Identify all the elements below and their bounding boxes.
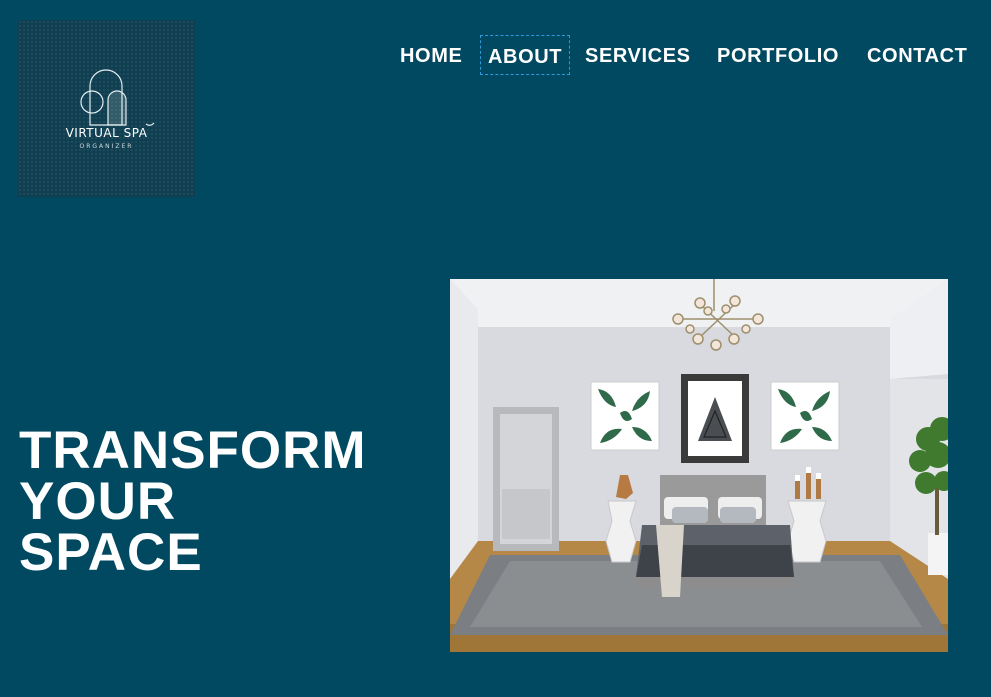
nav-contact[interactable]: CONTACT [867,35,967,75]
logo-name: VIRTUAL SPA [65,126,148,140]
logo[interactable]: VIRTUAL SPA ORGANIZER [18,20,195,197]
logo-arches-icon [80,69,155,126]
nav-services[interactable]: SERVICES [585,35,691,75]
nav-portfolio[interactable]: PORTFOLIO [717,35,839,75]
nav-home[interactable]: HOME [400,35,462,75]
hero-title-line-1: TRANSFORM [19,421,367,480]
hero-title: TRANSFORM YOUR SPACE [19,421,367,582]
nav-about[interactable]: ABOUT [480,35,571,75]
bedroom-interior-image [450,279,948,652]
hero-title-line-2: YOUR [19,472,177,531]
logo-subtitle: ORGANIZER [79,143,134,150]
hero-title-line-3: SPACE [19,523,203,582]
